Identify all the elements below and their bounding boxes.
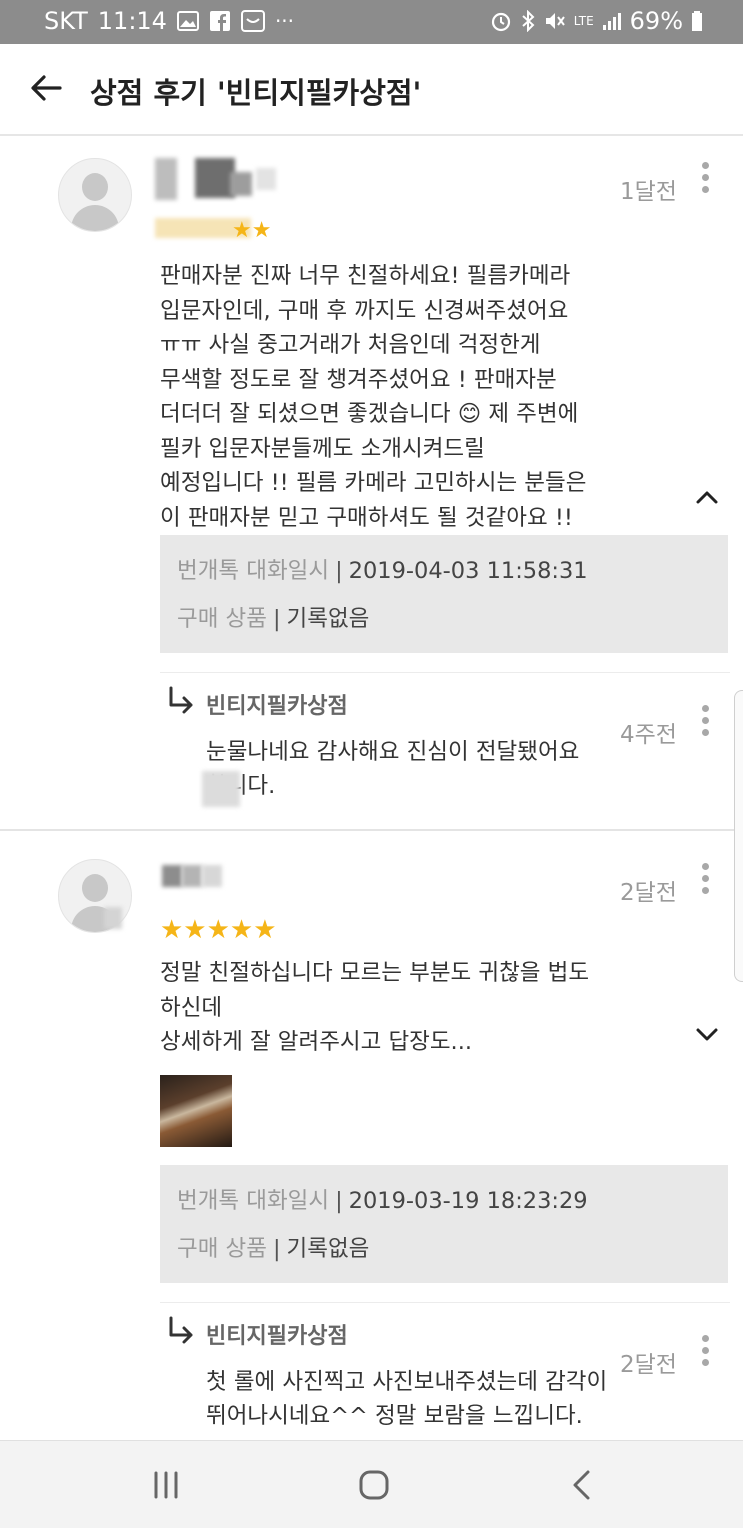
review-photo-thumbnail[interactable]	[160, 1075, 232, 1147]
separator: |	[272, 606, 281, 632]
back-icon[interactable]	[562, 1465, 602, 1505]
reply-arrow-icon	[169, 686, 193, 714]
page-title: 상점 후기 '빈티지필카상점'	[90, 76, 422, 110]
battery-percent: 69%	[629, 7, 683, 35]
reply-text: 첫 롤에 사진찍고 사진보내주셨는데 감각이 뛰어나시네요^^ 정말 보람을 느…	[206, 1369, 608, 1429]
home-icon[interactable]	[354, 1465, 394, 1505]
avatar-redaction	[104, 907, 122, 929]
bluetooth-icon	[522, 10, 535, 32]
review-info-box: 번개톡 대화일시 | 2019-04-03 11:58:31 구매 상품 | 기록없음	[160, 535, 728, 653]
facebook-icon	[209, 11, 230, 31]
mute-icon	[545, 13, 565, 29]
reply-seller-name: 빈티지필카상점	[206, 1324, 348, 1349]
signal-icon	[602, 13, 621, 30]
product-value: 기록없음	[286, 1236, 370, 1262]
back-arrow-icon[interactable]	[26, 68, 66, 108]
review-time: 1달전	[620, 179, 677, 205]
more-options-icon[interactable]	[700, 1335, 710, 1369]
star-rating: ★★	[232, 218, 272, 243]
more-options-icon[interactable]	[700, 863, 710, 897]
chat-date-value: 2019-03-19 18:23:29	[348, 1188, 588, 1214]
app-bar: 상점 후기 '빈티지필카상점'	[0, 44, 743, 136]
redacted-text	[202, 771, 240, 807]
reply-arrow-icon	[169, 1316, 193, 1344]
star-rating: ★★★★★	[160, 915, 277, 945]
recent-apps-icon[interactable]	[146, 1465, 186, 1505]
separator: |	[335, 558, 343, 584]
separator: |	[272, 1236, 281, 1262]
more-options-icon[interactable]	[700, 162, 710, 196]
chat-date-label: 번개톡 대화일시	[177, 1188, 330, 1214]
status-bar: SKT 11:14 ··· LTE 69%	[0, 0, 743, 44]
product-label: 구매 상품	[177, 606, 267, 632]
product-value: 기록없음	[286, 606, 370, 632]
separator: |	[335, 1188, 343, 1214]
review-time: 2달전	[620, 880, 677, 906]
alarm-icon	[491, 12, 510, 32]
reply-seller-name: 빈티지필카상점	[206, 694, 348, 719]
chat-date-value: 2019-04-03 11:58:31	[348, 558, 588, 584]
chat-date-label: 번개톡 대화일시	[177, 558, 330, 584]
product-label: 구매 상품	[177, 1236, 267, 1262]
review-item: 2달전 ★★★★★ 정말 친절하십니다 모르는 부분도 귀찮을 법도 하신데 상…	[0, 831, 743, 1440]
more-options-icon[interactable]	[700, 705, 710, 739]
more-notifications-icon: ···	[274, 9, 295, 33]
review-text: 정말 친절하십니다 모르는 부분도 귀찮을 법도 하신데 상세하게 잘 알려주시…	[160, 960, 590, 1055]
review-text: 판매자분 진짜 너무 친절하세요! 필름카메라 입문자인데, 구매 후 까지도 …	[160, 263, 587, 531]
avatar[interactable]	[58, 158, 132, 232]
clock: 11:14	[97, 7, 167, 35]
inbox-icon	[240, 10, 265, 32]
chevron-down-icon[interactable]	[694, 1021, 720, 1047]
reply-text: 눈물나네요 감사해요 진심이 전달됐어요 합니다.	[206, 739, 580, 799]
review-info-box: 번개톡 대화일시 | 2019-03-19 18:23:29 구매 상품 | 기록없음	[160, 1165, 728, 1283]
carrier-label: SKT	[44, 7, 88, 35]
scroll-handle[interactable]	[734, 690, 743, 982]
review-item: ★★ 1달전 판매자분 진짜 너무 친절하세요! 필름카메라 입문자인데, 구매…	[0, 136, 743, 829]
network-type: LTE	[573, 14, 594, 28]
gallery-icon	[176, 11, 199, 31]
seller-reply: 빈티지필카상점 2달전 첫 롤에 사진찍고 사진보내주셨는데 감각이 뛰어나시네…	[160, 1302, 730, 1441]
system-nav-bar	[0, 1440, 743, 1528]
seller-reply: 빈티지필카상점 4주전 눈물나네요 감사해요 진심이 전달됐어요 합니다.	[160, 672, 730, 823]
battery-icon	[692, 11, 702, 31]
chevron-up-icon[interactable]	[694, 484, 720, 510]
